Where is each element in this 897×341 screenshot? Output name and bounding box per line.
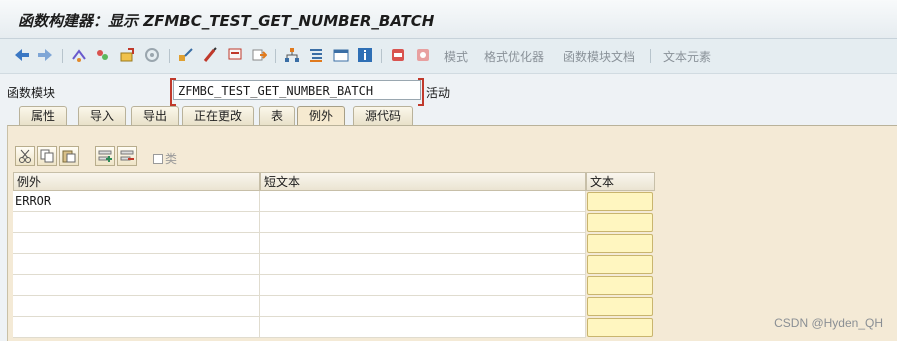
- fm-documentation-button[interactable]: 函数模块文档: [563, 48, 635, 65]
- class-checkbox-label: 类: [165, 152, 178, 166]
- table-row-exception[interactable]: [13, 212, 260, 233]
- watermark: CSDN @Hyden_QH: [774, 316, 883, 330]
- long-text-button[interactable]: [587, 234, 653, 253]
- hierarchy-icon[interactable]: [282, 45, 302, 65]
- delete-row-icon[interactable]: [117, 146, 137, 166]
- text-elements-button[interactable]: 文本元素: [663, 48, 711, 65]
- table-row-exception[interactable]: [13, 317, 260, 338]
- paste-icon[interactable]: [59, 146, 79, 166]
- display-object-list-icon[interactable]: [200, 45, 220, 65]
- table-row-exception[interactable]: ERROR: [13, 191, 260, 212]
- function-module-label: 函数模块: [7, 86, 56, 100]
- table-row-short-text[interactable]: [260, 212, 586, 233]
- application-toolbar: 模式 格式优化器 函数模块文档 文本元素: [0, 39, 897, 74]
- long-text-button[interactable]: [587, 318, 653, 337]
- long-text-button[interactable]: [587, 297, 653, 316]
- tab-exceptions[interactable]: 例外: [297, 106, 346, 126]
- activate-icon[interactable]: [117, 45, 137, 65]
- cut-icon[interactable]: [15, 146, 35, 166]
- long-text-button[interactable]: [587, 213, 653, 232]
- checkbox-box[interactable]: [153, 153, 163, 164]
- table-row-exception[interactable]: [13, 233, 260, 254]
- class-checkbox[interactable]: 类: [153, 150, 177, 167]
- table-row-exception[interactable]: [13, 296, 260, 317]
- table-row-exception[interactable]: [13, 254, 260, 275]
- other-object-icon[interactable]: [69, 45, 89, 65]
- copy-icon[interactable]: [37, 146, 57, 166]
- outline-icon[interactable]: [306, 45, 326, 65]
- table-row-short-text[interactable]: [260, 254, 586, 275]
- check-icon[interactable]: [142, 45, 162, 65]
- window-title: 函数构建器：显示 ZFMBC_TEST_GET_NUMBER_BATCH: [18, 12, 435, 30]
- table-row-short-text[interactable]: [260, 191, 586, 212]
- display-object-list-icon[interactable]: [331, 45, 351, 65]
- where-used-icon[interactable]: [176, 45, 196, 65]
- debug-icon[interactable]: [413, 45, 433, 65]
- forward-icon[interactable]: [35, 45, 55, 65]
- title-bar: 函数构建器：显示 ZFMBC_TEST_GET_NUMBER_BATCH: [0, 0, 897, 39]
- tab-tables[interactable]: 表: [259, 106, 296, 126]
- column-header-exception[interactable]: 例外: [13, 172, 260, 191]
- table-row-short-text[interactable]: [260, 296, 586, 317]
- column-header-short-text[interactable]: 短文本: [260, 172, 586, 191]
- test-icon[interactable]: [388, 45, 408, 65]
- tab-export[interactable]: 导出: [131, 106, 180, 126]
- tab-attributes[interactable]: 属性: [19, 106, 68, 126]
- insert-row-icon[interactable]: [95, 146, 115, 166]
- info-icon[interactable]: [355, 45, 375, 65]
- long-text-button[interactable]: [587, 255, 653, 274]
- tab-import[interactable]: 导入: [78, 106, 127, 126]
- column-header-text[interactable]: 文本: [586, 172, 655, 191]
- function-module-field[interactable]: ZFMBC_TEST_GET_NUMBER_BATCH: [170, 78, 424, 106]
- mode-button[interactable]: 模式: [444, 48, 468, 65]
- tab-changing[interactable]: 正在更改: [182, 106, 255, 126]
- table-row-short-text[interactable]: [260, 275, 586, 296]
- status-text: 活动: [426, 86, 451, 100]
- long-text-button[interactable]: [587, 276, 653, 295]
- table-row-short-text[interactable]: [260, 317, 586, 338]
- tab-source-code[interactable]: 源代码: [353, 106, 414, 126]
- exceptions-panel: 类 例外 短文本 文本 ERROR: [7, 125, 897, 341]
- frame-icon[interactable]: [249, 45, 269, 65]
- long-text-button[interactable]: [587, 192, 653, 211]
- display-change-icon[interactable]: [92, 45, 112, 65]
- function-module-row: 函数模块 ZFMBC_TEST_GET_NUMBER_BATCH 活动: [0, 78, 897, 106]
- table-row-exception[interactable]: [13, 275, 260, 296]
- navigation-window-icon[interactable]: [225, 45, 245, 65]
- table-row-short-text[interactable]: [260, 233, 586, 254]
- pretty-printer-button[interactable]: 格式优化器: [484, 48, 544, 65]
- back-icon[interactable]: [12, 45, 32, 65]
